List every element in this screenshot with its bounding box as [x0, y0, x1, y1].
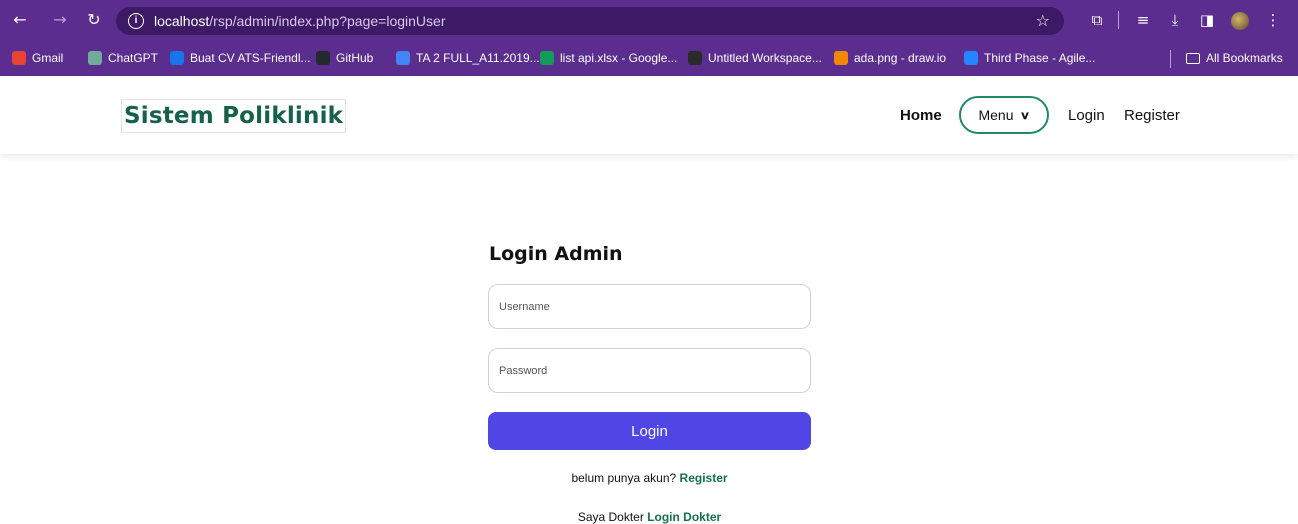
back-icon[interactable]: ← [10, 10, 30, 30]
reload-icon[interactable]: ↻ [84, 10, 104, 30]
bookmark-label: Untitled Workspace... [708, 51, 822, 65]
site-navbar: Sistem Poliklinik Home Menu ∨ Login Regi… [0, 76, 1298, 154]
nav-menu-label: Menu [978, 107, 1014, 123]
bookmark-label: GitHub [336, 51, 374, 65]
brand-logo[interactable]: Sistem Poliklinik [121, 99, 347, 133]
bookmark-label: TA 2 FULL_A11.2019... [416, 51, 540, 65]
bookmark-favicon-icon [834, 51, 848, 65]
bookmark-item[interactable]: list api.xlsx - Google... [540, 50, 677, 66]
doctor-login-link[interactable]: Login Dokter [647, 510, 721, 524]
more-icon[interactable]: ⋮ [1262, 9, 1284, 31]
bookmark-item[interactable]: TA 2 FULL_A11.2019... [396, 50, 540, 66]
bookmark-favicon-icon [316, 51, 330, 65]
page-title: Login Admin [489, 243, 623, 265]
login-button[interactable]: Login [488, 412, 811, 450]
extensions-icon[interactable]: ⧉ [1086, 9, 1108, 31]
toolbar-divider [1118, 11, 1119, 29]
nav-register-link[interactable]: Register [1124, 107, 1180, 124]
forward-icon[interactable]: → [50, 10, 70, 30]
sidepanel-icon[interactable]: ◨ [1196, 9, 1218, 31]
bookmark-label: Third Phase - Agile... [984, 51, 1096, 65]
bookmark-label: ada.png - draw.io [854, 51, 947, 65]
bookmark-favicon-icon [964, 51, 978, 65]
bookmark-favicon-icon [88, 51, 102, 65]
bookmark-label: list api.xlsx - Google... [560, 51, 678, 65]
info-icon[interactable]: i [128, 13, 144, 29]
address-bar[interactable]: i localhost/rsp/admin/index.php?page=log… [116, 7, 1064, 35]
register-link[interactable]: Register [680, 471, 728, 485]
doctor-note: Saya Dokter Login Dokter [488, 510, 811, 524]
bookmark-favicon-icon [170, 51, 184, 65]
register-note: belum punya akun? Register [488, 471, 811, 485]
star-icon[interactable]: ☆ [1036, 11, 1050, 30]
bookmark-label: ChatGPT [108, 51, 159, 65]
bookmarks-divider [1170, 50, 1171, 68]
nav-login-link[interactable]: Login [1068, 107, 1105, 124]
bookmark-label: Gmail [32, 51, 64, 65]
all-bookmarks[interactable]: All Bookmarks [1186, 50, 1283, 66]
bookmark-favicon-icon [396, 51, 410, 65]
profile-avatar[interactable] [1231, 12, 1249, 30]
bookmark-item[interactable]: Gmail [12, 50, 63, 66]
all-bookmarks-label: All Bookmarks [1206, 51, 1283, 65]
register-prompt: belum punya akun? [571, 471, 677, 485]
browser-toolbar: ← → ↻ i localhost/rsp/admin/index.php?pa… [0, 0, 1298, 40]
folder-icon [1186, 52, 1200, 64]
password-input[interactable] [488, 348, 811, 393]
doctor-prompt: Saya Dokter [577, 510, 644, 524]
bookmark-favicon-icon [12, 51, 26, 65]
bookmark-item[interactable]: ada.png - draw.io [834, 50, 946, 66]
nav-home-link[interactable]: Home [900, 107, 942, 124]
reading-list-icon[interactable]: ≡ [1132, 9, 1154, 31]
bookmark-label: Buat CV ATS-Friendl... [190, 51, 311, 65]
chevron-down-icon: ∨ [1020, 109, 1031, 122]
username-input[interactable] [488, 284, 811, 329]
nav-menu-dropdown[interactable]: Menu ∨ [959, 96, 1049, 134]
bookmark-favicon-icon [688, 51, 702, 65]
bookmark-item[interactable]: Third Phase - Agile... [964, 50, 1095, 66]
address-url[interactable]: localhost/rsp/admin/index.php?page=login… [154, 13, 445, 29]
bookmark-item[interactable]: Untitled Workspace... [688, 50, 822, 66]
bookmark-favicon-icon [540, 51, 554, 65]
download-icon[interactable]: ⤓ [1164, 9, 1186, 31]
bookmark-item[interactable]: ChatGPT [88, 50, 158, 66]
bookmark-item[interactable]: GitHub [316, 50, 373, 66]
bookmark-item[interactable]: Buat CV ATS-Friendl... [170, 50, 311, 66]
